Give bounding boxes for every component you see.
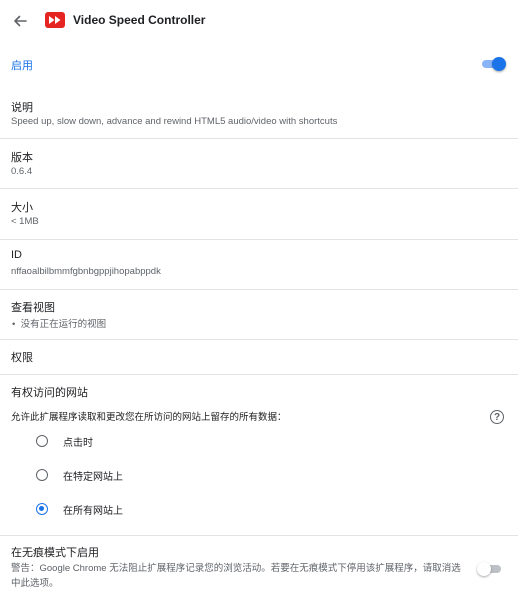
back-button[interactable] (10, 11, 30, 31)
divider (0, 339, 518, 340)
incognito-toggle[interactable] (477, 562, 503, 576)
enable-toggle[interactable] (480, 57, 506, 71)
id-label: ID (11, 249, 22, 261)
views-item-text: 没有正在运行的视图 (20, 319, 107, 330)
views-label: 查看视图 (11, 302, 55, 314)
description-label: 说明 (11, 102, 33, 114)
site-access-label: 有权访问的网站 (11, 387, 88, 399)
site-access-option-on-click[interactable]: 点击时 (36, 434, 236, 449)
divider (0, 188, 518, 189)
views-list-item: • 没有正在运行的视图 (12, 316, 106, 330)
site-access-prompt: 允许此扩展程序读取和更改您在所访问的网站上留存的所有数据： (11, 412, 287, 423)
toggle-knob (492, 57, 506, 71)
fast-forward-logo-icon (45, 12, 65, 28)
version-value: 0.6.4 (11, 166, 33, 177)
toggle-knob (477, 562, 491, 576)
radio-label: 点击时 (63, 438, 93, 449)
size-value: < 1MB (11, 216, 39, 227)
permissions-label: 权限 (11, 352, 33, 364)
radio-label: 在所有网站上 (63, 506, 123, 517)
site-access-option-specific-sites[interactable]: 在特定网站上 (36, 468, 236, 483)
help-circle-icon[interactable]: ? (490, 410, 504, 424)
radio-button[interactable] (36, 469, 48, 481)
divider (0, 289, 518, 290)
description-value: Speed up, slow down, advance and rewind … (11, 116, 338, 127)
arrow-left-icon (14, 15, 27, 27)
id-value: nffaoalbilbmmfgbnbgppjihopabppdk (11, 266, 161, 277)
size-label: 大小 (11, 202, 33, 214)
radio-button-checked[interactable] (36, 503, 48, 515)
page-title: Video Speed Controller (73, 13, 206, 27)
divider (0, 239, 518, 240)
site-access-option-all-sites[interactable]: 在所有网站上 (36, 502, 236, 517)
radio-button[interactable] (36, 435, 48, 447)
enable-label: 启用 (11, 60, 33, 72)
divider (0, 535, 518, 536)
bullet-icon: • (12, 319, 21, 330)
version-label: 版本 (11, 152, 33, 164)
incognito-label: 在无痕模式下启用 (11, 547, 99, 559)
divider (0, 138, 518, 139)
page-header: Video Speed Controller (0, 0, 518, 42)
incognito-warning: 警告：Google Chrome 无法阻止扩展程序记录您的浏览活动。若要在无痕模… (11, 563, 461, 589)
divider (0, 374, 518, 375)
radio-label: 在特定网站上 (63, 472, 123, 483)
